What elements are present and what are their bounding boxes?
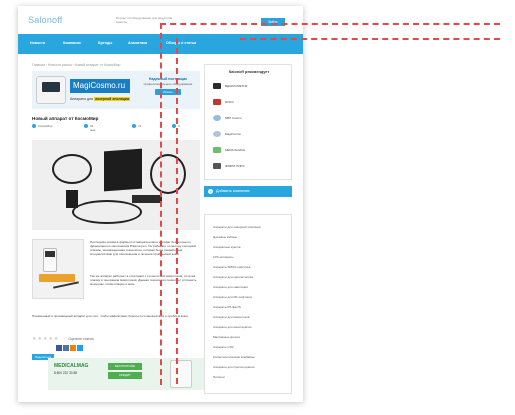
partner-name: MagiCosmo [225, 131, 242, 136]
plasma-pen [53, 281, 79, 289]
partner-item[interactable]: ФАБРИ ПИРС [213, 163, 245, 169]
partner-logo [213, 115, 221, 121]
vk-icon[interactable] [63, 345, 69, 351]
category-link[interactable]: Косметологические комбайны [213, 355, 255, 359]
category-link[interactable]: Аппараты для мезотерапии [213, 325, 251, 329]
annotation-line-horizontal [240, 38, 500, 40]
nav-item-analytics[interactable]: Аналитика [128, 41, 147, 45]
ad-badge: КРЕДИТ [108, 372, 142, 379]
cable-coil [72, 200, 142, 224]
ad-badge: БЕСПЛАТНОЕ [108, 363, 142, 370]
plus-icon: + [208, 189, 213, 194]
nav-item-reviews[interactable]: Обзоры и статьи [166, 41, 196, 45]
device-screen [45, 251, 55, 257]
category-link[interactable]: Аппараты для криолиполиза [213, 275, 253, 279]
device-panel [104, 148, 142, 192]
ad-device-image [170, 360, 192, 388]
add-company-button[interactable]: + Добавить компанию [204, 186, 292, 197]
meta-comments: 0 [178, 124, 180, 128]
nav-item-brands[interactable]: Бренды [98, 41, 112, 45]
add-company-label: Добавить компанию [216, 189, 250, 193]
ad-phone: 8 800 222 30 88 [54, 371, 78, 375]
category-link[interactable]: Аппараты для лазерной эпиляции [213, 225, 261, 229]
breadcrumb[interactable]: Главная › Новости рынка › Новый аппарат … [32, 63, 120, 67]
banner-offer: Надежный поставщик профессионального обо… [142, 77, 194, 105]
twitter-icon[interactable] [77, 345, 83, 351]
partner-logo [213, 131, 221, 137]
category-link[interactable]: Аппаратные кресла [213, 245, 240, 249]
partner-logo [213, 163, 221, 169]
partner-name: ROKO [225, 99, 234, 104]
category-link[interactable]: Аппараты для RF-лифтинга [213, 295, 252, 299]
category-link[interactable]: Аппараты CO2 [213, 345, 234, 349]
article-title: Новый аппарат от КосмоМир [32, 116, 99, 121]
banner-offer-title: Надежный поставщик [148, 77, 188, 81]
category-link[interactable]: Массажные кресла [213, 335, 240, 339]
meta-author[interactable]: КосмоМир [38, 124, 53, 128]
rating-stars[interactable]: ★★★★★ [32, 336, 59, 342]
sidebar-categories: Аппараты для лазерной эпиляции Душевые к… [204, 214, 292, 394]
partner-logo [213, 83, 221, 89]
banner-offer-sub: профессионального оборудования [143, 82, 193, 86]
ad-banner-bottom[interactable]: MEDICALMAG 8 800 222 30 88 БЕСПЛАТНОЕ КР… [48, 358, 212, 390]
cable-coil [52, 154, 92, 184]
category-link[interactable]: LPG-аппараты [213, 255, 233, 259]
partner-logo [213, 147, 221, 153]
partner-name: MBT Cosmo [225, 115, 242, 120]
calendar-icon [84, 124, 88, 129]
partner-logo [213, 99, 221, 105]
site-logo[interactable]: Salonoff [28, 15, 62, 25]
category-link[interactable]: Аппараты для кавитации [213, 285, 248, 289]
category-link[interactable]: Аппараты для микротоков [213, 315, 249, 319]
category-link[interactable]: Аппараты IPL/ELOS [213, 305, 241, 309]
sidebar-title: Salonoff рекомендует [228, 70, 270, 74]
article-paragraph: Так же аппарат работает в сочетании с те… [90, 274, 197, 286]
banner-subtitle-prefix: Аппараты для [70, 97, 94, 101]
meta-date: 04 мая [90, 124, 96, 132]
article-hero-image [32, 140, 200, 230]
nav-item-news[interactable]: Новости [30, 41, 45, 45]
partner-item[interactable]: ВДАКОСМЕТИК [213, 83, 247, 89]
ad-banner-top[interactable]: MagiCosmo.ru Аппараты для лазерной эпиля… [32, 71, 200, 109]
banner-subtitle-highlight: лазерной эпиляции [93, 97, 131, 101]
device-box [132, 195, 162, 203]
annotation-line-vertical [176, 38, 178, 384]
partner-item[interactable]: ROKO [213, 99, 234, 105]
category-link[interactable]: Душевые кабины [213, 235, 237, 239]
category-link[interactable]: Аппараты для прессотерапии [213, 365, 254, 369]
ad-brand: MEDICALMAG [54, 363, 89, 369]
banner-site-name: MagiCosmo.ru [70, 79, 130, 93]
author-icon [32, 124, 36, 129]
views-icon [132, 124, 136, 129]
category-link[interactable]: Пилинги [213, 375, 225, 379]
device-base [39, 274, 75, 282]
article-meta: КосмоМир 04 мая 72 0 [32, 124, 200, 132]
partner-name: ВДАКОСМЕТИК [225, 83, 248, 88]
nav-item-companies[interactable]: Компании [63, 41, 81, 45]
sidebar-recommend-box: Salonoff рекомендует ВДАКОСМЕТИК ROKO MB… [204, 64, 292, 180]
device-image [36, 76, 66, 104]
rating-widget: ★★★★★ Оцените статью [32, 336, 94, 342]
category-link[interactable]: Аппараты SMAS-лифтинга [213, 265, 250, 269]
cable-coil [150, 154, 186, 194]
article-paragraph: Плазменный и производный аппарат для тог… [32, 314, 189, 318]
partner-name: ФАБРИ ПИРС [225, 163, 245, 168]
facebook-icon[interactable] [56, 345, 62, 351]
annotation-line-vertical [160, 23, 162, 385]
annotation-line-horizontal [160, 23, 500, 25]
banner-subtitle: Аппараты для лазерной эпиляции [70, 97, 131, 101]
rating-label: Оцените статью [68, 336, 94, 341]
share-bar: Поделиться [32, 345, 84, 360]
partner-item[interactable]: MagiCosmo [213, 131, 241, 137]
partner-item[interactable]: MEDICALMAG [213, 147, 245, 153]
article-paragraph: Последняя новинка фирмы-поставщика новог… [90, 240, 196, 256]
product-image [32, 239, 84, 299]
meta-views: 72 [138, 124, 142, 128]
partner-item[interactable]: MBT Cosmo [213, 115, 242, 121]
partner-name: MEDICALMAG [225, 147, 246, 152]
ok-icon[interactable] [70, 345, 76, 351]
